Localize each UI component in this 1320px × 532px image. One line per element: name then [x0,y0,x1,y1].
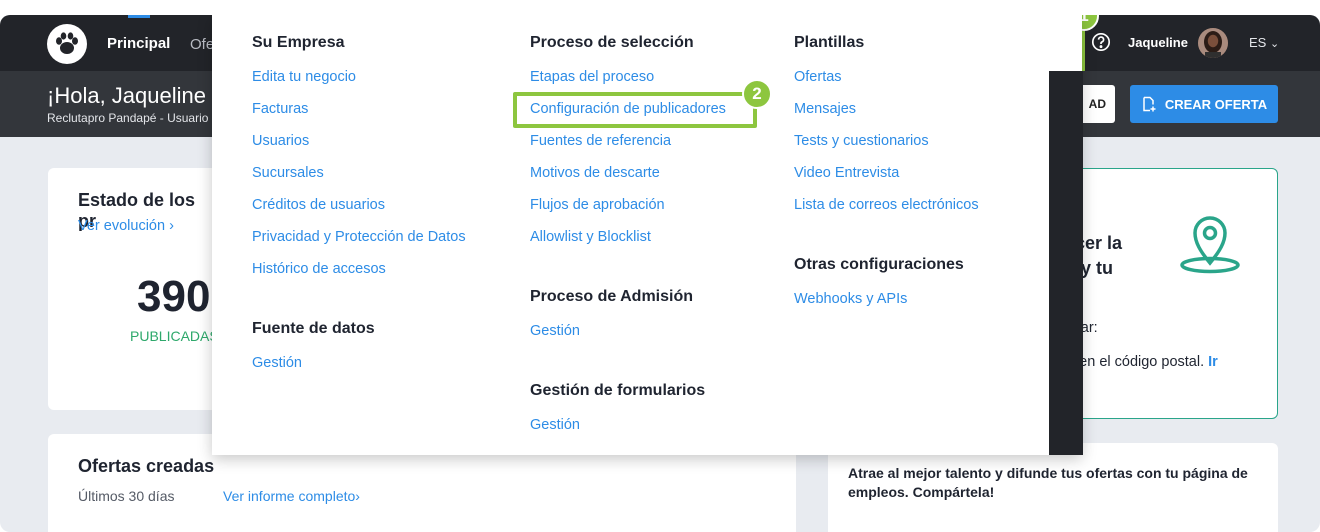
view-evolution-link[interactable]: Ver evolución › [78,218,174,234]
section-proceso-seleccion: Proceso de selección [530,34,694,51]
section-fuente-datos: Fuente de datos [252,320,375,337]
create-offer-button[interactable]: CREAR OFERTA [1130,85,1278,123]
language-label: ES [1249,35,1267,50]
offers-created-title: Ofertas creadas [78,456,215,476]
menu-usuarios[interactable]: Usuarios [252,133,309,149]
section-plantillas: Plantillas [794,34,865,51]
menu-sucursales[interactable]: Sucursales [252,165,324,181]
nav-ofertas[interactable]: Ofe [190,36,214,53]
highlight-configuracion-publicadores [513,92,757,128]
status-card: Estado de los pr Ver evolución › 390 PUB… [48,168,219,410]
map-pin-icon [1177,211,1243,280]
document-add-icon [1143,96,1156,112]
company-subtitle: Reclutapro Pandapé - Usuario [47,111,209,125]
talent-text: Atrae al mejor talento y difunde tus ofe… [848,465,1248,500]
chevron-down-icon: ⌄ [1269,38,1280,50]
create-offer-label: CREAR OFERTA [1164,96,1268,112]
menu-fuentes-referencia[interactable]: Fuentes de referencia [530,133,671,149]
full-report-link[interactable]: Ver informe completo› [223,488,360,504]
menu-plantillas-tests[interactable]: Tests y cuestionarios [794,133,929,149]
chevron-right-icon: › [355,488,360,504]
menu-plantillas-video[interactable]: Video Entrevista [794,165,899,181]
chevron-right-icon: › [169,218,174,234]
help-button[interactable] [1091,32,1111,52]
menu-motivos-descarte[interactable]: Motivos de descarte [530,165,660,181]
paw-icon [56,32,78,54]
greeting: ¡Hola, Jaqueline [47,83,206,108]
view-evolution-label: Ver evolución [78,218,166,234]
menu-historico-accesos[interactable]: Histórico de accesos [252,261,386,277]
menu-fuente-gestion[interactable]: Gestión [252,355,302,371]
talent-card: Atrae al mejor talento y difunde tus ofe… [828,443,1278,532]
section-otras-configuraciones: Otras configuraciones [794,256,964,273]
nav-principal[interactable]: Principal [107,35,170,52]
language-selector[interactable]: ES ⌄ [1249,35,1279,50]
avatar[interactable] [1198,28,1228,58]
published-label: PUBLICADAS [130,328,219,344]
menu-allowlist-blocklist[interactable]: Allowlist y Blocklist [530,229,651,245]
menu-plantillas-mensajes[interactable]: Mensajes [794,101,856,117]
menu-etapas-proceso[interactable]: Etapas del proceso [530,69,654,85]
step-badge-2: 2 [742,79,772,109]
section-proceso-admision: Proceso de Admisión [530,288,693,305]
settings-dropdown-menu: Su Empresa Edita tu negocio Facturas Usu… [212,15,1082,455]
menu-plantillas-ofertas[interactable]: Ofertas [794,69,842,85]
nav-shadow-strip [1049,71,1083,455]
menu-edita-negocio[interactable]: Edita tu negocio [252,69,356,85]
period-label: Últimos 30 días [78,488,175,504]
published-count: 390 [137,272,211,321]
menu-facturas[interactable]: Facturas [252,101,308,117]
avatar-image [1198,28,1228,58]
app-window: Principal Ofe Jaqueline ES ⌄ 1 ¡Hola, Ja… [0,15,1320,532]
menu-formularios-gestion[interactable]: Gestión [530,417,580,433]
nav-accent-bar [128,15,150,18]
menu-admision-gestion[interactable]: Gestión [530,323,580,339]
info-link[interactable]: Ir [1208,354,1218,370]
section-su-empresa: Su Empresa [252,34,345,51]
menu-creditos-usuarios[interactable]: Créditos de usuarios [252,197,385,213]
app-logo[interactable] [47,24,87,64]
menu-privacidad[interactable]: Privacidad y Protección de Datos [252,229,466,245]
user-name[interactable]: Jaqueline [1128,35,1188,50]
menu-flujos-aprobacion[interactable]: Flujos de aprobación [530,197,665,213]
full-report-label: Ver informe completo [223,488,356,504]
question-circle-icon [1091,32,1111,52]
menu-plantillas-correos[interactable]: Lista de correos electrónicos [794,197,979,213]
section-gestion-formularios: Gestión de formularios [530,382,706,399]
menu-webhooks-apis[interactable]: Webhooks y APIs [794,291,907,307]
